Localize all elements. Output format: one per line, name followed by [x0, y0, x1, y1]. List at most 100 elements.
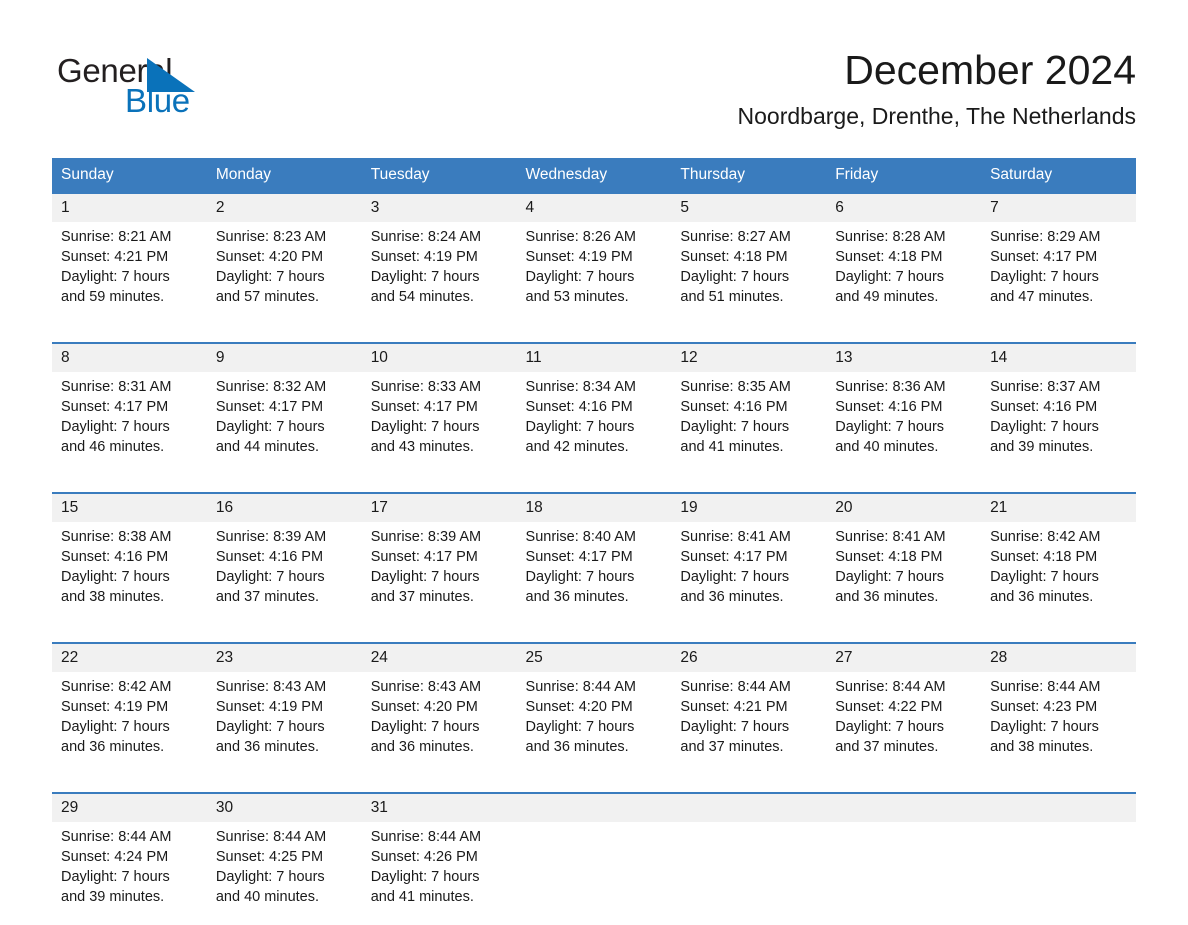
day-number[interactable]: 6 — [826, 192, 982, 222]
day-cell-empty — [671, 822, 827, 925]
daylight-text-line2: and 36 minutes. — [215, 739, 320, 755]
day-cell[interactable]: Sunrise: 8:27 AM Sunset: 4:18 PM Dayligh… — [671, 222, 827, 325]
day-cell[interactable]: Sunrise: 8:41 AM Sunset: 4:17 PM Dayligh… — [671, 522, 827, 625]
day-number[interactable]: 15 — [52, 492, 207, 522]
day-cell[interactable]: Sunrise: 8:42 AM Sunset: 4:19 PM Dayligh… — [52, 672, 207, 775]
sunrise-text: Sunrise: 8:44 AM — [370, 829, 482, 845]
day-cell[interactable]: Sunrise: 8:43 AM Sunset: 4:19 PM Dayligh… — [206, 672, 362, 775]
daylight-text-line1: Daylight: 7 hours — [370, 269, 480, 285]
day-number[interactable]: 25 — [516, 642, 672, 672]
day-cell[interactable]: Sunrise: 8:31 AM Sunset: 4:17 PM Dayligh… — [52, 372, 207, 475]
day-cell[interactable]: Sunrise: 8:39 AM Sunset: 4:17 PM Dayligh… — [361, 522, 517, 625]
day-cell[interactable]: Sunrise: 8:38 AM Sunset: 4:16 PM Dayligh… — [52, 522, 207, 625]
day-details-row-week4: Sunrise: 8:42 AM Sunset: 4:19 PM Dayligh… — [52, 672, 1136, 775]
daylight-text-line1: Daylight: 7 hours — [990, 419, 1099, 435]
day-cell[interactable]: Sunrise: 8:44 AM Sunset: 4:20 PM Dayligh… — [516, 672, 672, 775]
daylight-text-line1: Daylight: 7 hours — [61, 569, 170, 585]
daylight-text-line2: and 36 minutes. — [61, 739, 165, 755]
day-number[interactable]: 10 — [361, 342, 517, 372]
daylight-text-line1: Daylight: 7 hours — [370, 569, 480, 585]
daylight-text-line1: Daylight: 7 hours — [835, 569, 945, 585]
day-cell[interactable]: Sunrise: 8:44 AM Sunset: 4:24 PM Dayligh… — [52, 822, 207, 925]
day-cell[interactable]: Sunrise: 8:24 AM Sunset: 4:19 PM Dayligh… — [361, 222, 517, 325]
day-cell[interactable]: Sunrise: 8:44 AM Sunset: 4:25 PM Dayligh… — [206, 822, 362, 925]
day-cell[interactable]: Sunrise: 8:42 AM Sunset: 4:18 PM Dayligh… — [981, 522, 1136, 625]
day-number[interactable]: 16 — [206, 492, 362, 522]
daylight-text-line2: and 38 minutes. — [990, 739, 1094, 755]
day-number[interactable]: 27 — [826, 642, 982, 672]
day-number[interactable]: 2 — [206, 192, 362, 222]
day-number[interactable]: 19 — [671, 492, 827, 522]
day-number[interactable]: 4 — [516, 192, 672, 222]
day-cell[interactable]: Sunrise: 8:28 AM Sunset: 4:18 PM Dayligh… — [826, 222, 982, 325]
daylight-text-line2: and 36 minutes. — [370, 739, 474, 755]
sunset-text: Sunset: 4:16 PM — [61, 549, 169, 565]
day-number[interactable]: 28 — [981, 642, 1136, 672]
day-cell[interactable]: Sunrise: 8:36 AM Sunset: 4:16 PM Dayligh… — [826, 372, 982, 475]
day-cell[interactable]: Sunrise: 8:35 AM Sunset: 4:16 PM Dayligh… — [671, 372, 827, 475]
day-cell[interactable]: Sunrise: 8:44 AM Sunset: 4:26 PM Dayligh… — [361, 822, 517, 925]
day-number[interactable]: 23 — [206, 642, 362, 672]
day-cell[interactable]: Sunrise: 8:23 AM Sunset: 4:20 PM Dayligh… — [206, 222, 362, 325]
day-cell[interactable]: Sunrise: 8:26 AM Sunset: 4:19 PM Dayligh… — [516, 222, 672, 325]
day-number-empty — [671, 792, 827, 822]
day-number[interactable]: 14 — [981, 342, 1136, 372]
sunrise-text: Sunrise: 8:27 AM — [680, 229, 791, 245]
day-number[interactable]: 5 — [671, 192, 827, 222]
weekday-header-saturday: Saturday — [981, 158, 1136, 192]
sunrise-text: Sunrise: 8:23 AM — [215, 229, 327, 245]
week-spacer-cell — [52, 625, 1136, 643]
day-cell[interactable]: Sunrise: 8:34 AM Sunset: 4:16 PM Dayligh… — [516, 372, 672, 475]
day-number[interactable]: 30 — [206, 792, 362, 822]
sunset-text: Sunset: 4:17 PM — [680, 549, 788, 565]
day-cell[interactable]: Sunrise: 8:39 AM Sunset: 4:16 PM Dayligh… — [206, 522, 362, 625]
day-number[interactable]: 29 — [52, 792, 207, 822]
day-number[interactable]: 21 — [981, 492, 1136, 522]
daylight-text-line2: and 47 minutes. — [990, 289, 1094, 305]
day-cell[interactable]: Sunrise: 8:44 AM Sunset: 4:22 PM Dayligh… — [826, 672, 982, 775]
daylight-text-line1: Daylight: 7 hours — [215, 719, 325, 735]
daylight-text-line2: and 42 minutes. — [525, 439, 629, 455]
day-cell[interactable]: Sunrise: 8:43 AM Sunset: 4:20 PM Dayligh… — [361, 672, 517, 775]
day-number[interactable]: 9 — [206, 342, 362, 372]
sunset-text: Sunset: 4:23 PM — [990, 699, 1098, 715]
day-cell[interactable]: Sunrise: 8:44 AM Sunset: 4:23 PM Dayligh… — [981, 672, 1136, 775]
day-number[interactable]: 18 — [516, 492, 672, 522]
day-number[interactable]: 17 — [361, 492, 517, 522]
day-cell[interactable]: Sunrise: 8:33 AM Sunset: 4:17 PM Dayligh… — [361, 372, 517, 475]
sunset-text: Sunset: 4:21 PM — [680, 699, 788, 715]
day-number[interactable]: 8 — [52, 342, 207, 372]
day-cell[interactable]: Sunrise: 8:44 AM Sunset: 4:21 PM Dayligh… — [671, 672, 827, 775]
day-cell[interactable]: Sunrise: 8:21 AM Sunset: 4:21 PM Dayligh… — [52, 222, 207, 325]
day-cell[interactable]: Sunrise: 8:29 AM Sunset: 4:17 PM Dayligh… — [981, 222, 1136, 325]
day-number[interactable]: 22 — [52, 642, 207, 672]
day-number[interactable]: 20 — [826, 492, 982, 522]
day-number[interactable]: 11 — [516, 342, 672, 372]
day-cell[interactable]: Sunrise: 8:37 AM Sunset: 4:16 PM Dayligh… — [981, 372, 1136, 475]
sunset-text: Sunset: 4:22 PM — [835, 699, 943, 715]
daylight-text-line2: and 36 minutes. — [990, 589, 1094, 605]
day-number[interactable]: 26 — [671, 642, 827, 672]
day-number[interactable]: 3 — [361, 192, 517, 222]
sunset-text: Sunset: 4:17 PM — [370, 399, 478, 415]
week-spacer — [52, 475, 1136, 493]
sunrise-text: Sunrise: 8:39 AM — [215, 529, 327, 545]
day-number[interactable]: 1 — [52, 192, 207, 222]
sunrise-text: Sunrise: 8:38 AM — [61, 529, 172, 545]
sunrise-text: Sunrise: 8:41 AM — [680, 529, 791, 545]
day-number[interactable]: 31 — [361, 792, 517, 822]
day-number-row-week2: 8 9 10 11 12 13 14 — [52, 342, 1136, 372]
daylight-text-line2: and 36 minutes. — [525, 739, 629, 755]
day-number[interactable]: 13 — [826, 342, 982, 372]
day-cell[interactable]: Sunrise: 8:41 AM Sunset: 4:18 PM Dayligh… — [826, 522, 982, 625]
day-cell[interactable]: Sunrise: 8:32 AM Sunset: 4:17 PM Dayligh… — [206, 372, 362, 475]
day-cell[interactable]: Sunrise: 8:40 AM Sunset: 4:17 PM Dayligh… — [516, 522, 672, 625]
day-number[interactable]: 12 — [671, 342, 827, 372]
daylight-text-line2: and 36 minutes. — [680, 589, 784, 605]
sunset-text: Sunset: 4:17 PM — [370, 549, 478, 565]
day-number[interactable]: 7 — [981, 192, 1136, 222]
daylight-text-line1: Daylight: 7 hours — [370, 419, 480, 435]
sunset-text: Sunset: 4:17 PM — [525, 549, 633, 565]
day-number[interactable]: 24 — [361, 642, 517, 672]
sunrise-text: Sunrise: 8:31 AM — [61, 379, 172, 395]
